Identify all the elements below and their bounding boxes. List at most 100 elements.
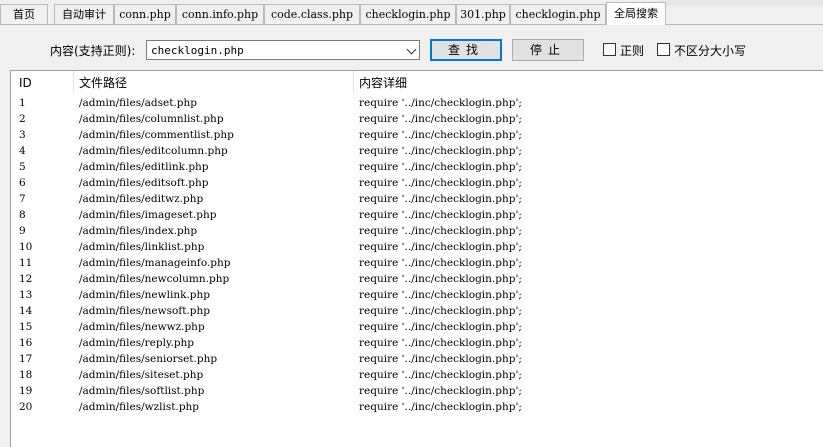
cell-detail: require '../inc/checklogin.php'; (359, 177, 522, 189)
table-row[interactable]: 6/admin/files/editsoft.php require '../in… (11, 175, 823, 191)
cell-detail: require '../inc/checklogin.php'; (359, 369, 522, 381)
cell-path: /admin/files/adset.php (79, 97, 197, 109)
cell-detail: require '../inc/checklogin.php'; (359, 257, 522, 269)
cell-detail: require '../inc/checklogin.php'; (359, 193, 522, 205)
cell-path: /admin/files/newwz.php (79, 321, 205, 333)
cell-id: 14 (19, 305, 33, 317)
cell-id: 10 (19, 241, 33, 253)
results-list[interactable]: ID 文件路径 内容详细 1/admin/files/adset.php requ… (10, 70, 823, 447)
cell-id: 5 (19, 161, 26, 173)
cell-detail: require '../inc/checklogin.php'; (359, 289, 522, 301)
cell-id: 6 (19, 177, 26, 189)
tab-conn-php[interactable]: conn.php (114, 4, 176, 24)
cell-path: /admin/files/editsoft.php (79, 177, 209, 189)
search-query-value[interactable]: checklogin.php (151, 42, 244, 59)
tab-code-class-php[interactable]: code.class.php (264, 4, 360, 24)
column-header-id[interactable]: ID (19, 71, 32, 93)
table-row[interactable]: 11/admin/files/manageinfo.php require '..… (11, 255, 823, 271)
regex-checkbox[interactable] (603, 43, 616, 56)
table-row[interactable]: 12/admin/files/newcolumn.php require '../… (11, 271, 823, 287)
cell-path: /admin/files/editcolumn.php (79, 145, 228, 157)
table-row[interactable]: 14/admin/files/newsoft.php require '../in… (11, 303, 823, 319)
cell-path: /admin/files/siteset.php (79, 369, 204, 381)
table-row[interactable]: 19/admin/files/softlist.php require '../i… (11, 383, 823, 399)
table-row[interactable]: 16/admin/files/reply.php require '../inc/… (11, 335, 823, 351)
chevron-down-icon[interactable] (406, 44, 417, 55)
cell-path: /admin/files/editlink.php (79, 161, 209, 173)
cell-id: 12 (19, 273, 33, 285)
cell-id: 7 (19, 193, 26, 205)
results-header: ID 文件路径 内容详细 (11, 71, 823, 93)
cell-detail: require '../inc/checklogin.php'; (359, 385, 522, 397)
table-row[interactable]: 7/admin/files/editwz.php require '../inc/… (11, 191, 823, 207)
cell-id: 4 (19, 145, 26, 157)
search-button[interactable]: 查找 (430, 39, 502, 61)
table-row[interactable]: 18/admin/files/siteset.php require '../in… (11, 367, 823, 383)
case-insensitive-checkbox[interactable] (657, 43, 670, 56)
table-row[interactable]: 2/admin/files/columnlist.php require '../… (11, 111, 823, 127)
column-header-path[interactable]: 文件路径 (79, 71, 127, 93)
table-row[interactable]: 20/admin/files/wzlist.php require '../inc… (11, 399, 823, 415)
cell-id: 1 (19, 97, 26, 109)
cell-detail: require '../inc/checklogin.php'; (359, 97, 522, 109)
tab-auto-audit[interactable]: 自动审计 (54, 4, 114, 24)
cell-detail: require '../inc/checklogin.php'; (359, 225, 522, 237)
cell-id: 17 (19, 353, 33, 365)
tab-checklogin-php[interactable]: checklogin.php (360, 4, 456, 24)
column-divider[interactable] (73, 71, 74, 93)
cell-id: 16 (19, 337, 33, 349)
cell-detail: require '../inc/checklogin.php'; (359, 401, 522, 413)
cell-path: /admin/files/commentlist.php (79, 129, 234, 141)
table-row[interactable]: 17/admin/files/seniorset.php require '../… (11, 351, 823, 367)
cell-path: /admin/files/manageinfo.php (79, 257, 231, 269)
tab-global-search[interactable]: 全局搜索 (606, 2, 666, 25)
results-rows: 1/admin/files/adset.php require '../inc/c… (11, 95, 823, 415)
table-row[interactable]: 3/admin/files/commentlist.php require '..… (11, 127, 823, 143)
cell-path: /admin/files/columnlist.php (79, 113, 224, 125)
cell-detail: require '../inc/checklogin.php'; (359, 337, 522, 349)
cell-id: 2 (19, 113, 26, 125)
cell-detail: require '../inc/checklogin.php'; (359, 209, 522, 221)
cell-detail: require '../inc/checklogin.php'; (359, 273, 522, 285)
cell-id: 19 (19, 385, 33, 397)
cell-path: /admin/files/imageset.php (79, 209, 217, 221)
stop-button[interactable]: 停止 (512, 39, 584, 61)
cell-path: /admin/files/seniorset.php (79, 353, 218, 365)
cell-detail: require '../inc/checklogin.php'; (359, 353, 522, 365)
table-row[interactable]: 13/admin/files/newlink.php require '../in… (11, 287, 823, 303)
cell-detail: require '../inc/checklogin.php'; (359, 161, 522, 173)
column-divider[interactable] (353, 71, 354, 93)
cell-detail: require '../inc/checklogin.php'; (359, 305, 522, 317)
search-query-combobox[interactable]: checklogin.php (146, 40, 420, 60)
table-row[interactable]: 15/admin/files/newwz.php require '../inc/… (11, 319, 823, 335)
cell-id: 3 (19, 129, 26, 141)
tab-bar: 首页 自动审计 conn.php conn.info.php code.clas… (0, 0, 823, 25)
table-row[interactable]: 4/admin/files/editcolumn.php require '../… (11, 143, 823, 159)
content-label: 内容(支持正则): (50, 44, 136, 58)
cell-detail: require '../inc/checklogin.php'; (359, 145, 522, 157)
tab-checklogin-php-2[interactable]: checklogin.php (510, 4, 606, 24)
cell-id: 20 (19, 401, 33, 413)
cell-path: /admin/files/softlist.php (79, 385, 205, 397)
case-insensitive-label[interactable]: 不区分大小写 (674, 42, 746, 59)
table-row[interactable]: 9/admin/files/index.php require '../inc/c… (11, 223, 823, 239)
cell-id: 18 (19, 369, 33, 381)
tab-conn-info-php[interactable]: conn.info.php (176, 4, 264, 24)
cell-detail: require '../inc/checklogin.php'; (359, 321, 522, 333)
table-row[interactable]: 8/admin/files/imageset.php require '../in… (11, 207, 823, 223)
tab-home[interactable]: 首页 (0, 4, 48, 24)
table-row[interactable]: 1/admin/files/adset.php require '../inc/c… (11, 95, 823, 111)
tab-301-php[interactable]: 301.php (456, 4, 510, 24)
column-header-detail[interactable]: 内容详细 (359, 71, 407, 93)
cell-path: /admin/files/index.php (79, 225, 198, 237)
cell-id: 15 (19, 321, 33, 333)
cell-detail: require '../inc/checklogin.php'; (359, 241, 522, 253)
regex-label[interactable]: 正则 (620, 42, 644, 59)
table-row[interactable]: 10/admin/files/linklist.php require '../i… (11, 239, 823, 255)
cell-path: /admin/files/editwz.php (79, 193, 204, 205)
cell-detail: require '../inc/checklogin.php'; (359, 129, 522, 141)
cell-id: 13 (19, 289, 33, 301)
table-row[interactable]: 5/admin/files/editlink.php require '../in… (11, 159, 823, 175)
cell-path: /admin/files/newlink.php (79, 289, 210, 301)
cell-detail: require '../inc/checklogin.php'; (359, 113, 522, 125)
